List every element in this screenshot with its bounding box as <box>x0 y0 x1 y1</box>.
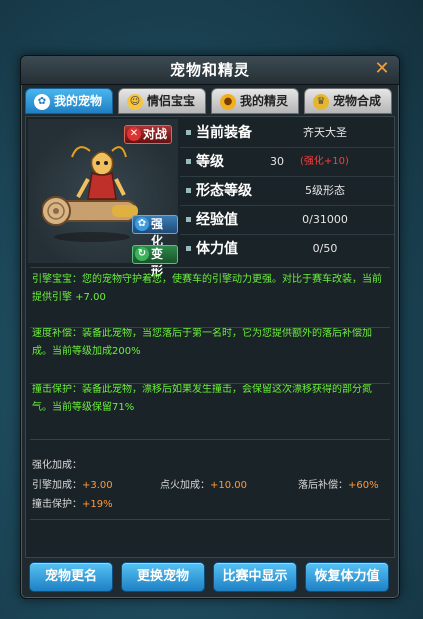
bullet-icon <box>186 188 191 193</box>
bonus-impact: 撞击保护：+19% <box>32 496 113 514</box>
crossed-swords-icon: ✕ <box>127 127 141 141</box>
stat-label: 等级 <box>196 154 224 170</box>
action-bar: 宠物更名 更换宠物 比赛中显示 恢复体力值 <box>25 562 395 592</box>
tab-label: 情侣宝宝 <box>147 94 196 108</box>
stat-label: 形态等级 <box>196 183 252 199</box>
rename-pet-button[interactable]: 宠物更名 <box>29 562 113 592</box>
restore-stamina-button[interactable]: 恢复体力值 <box>305 562 389 592</box>
close-icon[interactable]: ✕ <box>373 60 391 78</box>
stat-value: 0/50 <box>312 242 338 255</box>
bonus-label: 撞击保护： <box>32 499 82 510</box>
stat-value: 30 <box>270 155 284 168</box>
bullet-icon <box>186 159 191 164</box>
tab-bar: ✿ 我的宠物 ☺ 情侣宝宝 ● 我的精灵 ♛ 宠物合成 <box>25 86 395 116</box>
bonus-label: 落后补偿： <box>298 480 348 491</box>
battle-label: 对战 <box>143 127 168 141</box>
divider <box>30 439 390 440</box>
enhance-label: 强化 <box>151 217 164 248</box>
stat-label: 经验值 <box>196 212 238 228</box>
bonus-value: +3.00 <box>82 480 113 491</box>
tab-label: 我的宠物 <box>54 94 103 108</box>
skill-engine: 引擎宝宝：您的宠物守护着您，使赛车的引擎动力更强。对比于赛车改装，当前提供引擎 … <box>32 274 382 303</box>
spirit-icon: ● <box>220 94 236 110</box>
tab-pet-synthesis[interactable]: ♛ 宠物合成 <box>304 88 392 114</box>
bonus-ignite: 点火加成：+10.00 <box>160 477 247 495</box>
tab-my-pet[interactable]: ✿ 我的宠物 <box>25 88 113 114</box>
bonus-label: 引擎加成： <box>32 480 82 491</box>
bonus-label: 点火加成： <box>160 480 210 491</box>
stat-label: 当前装备 <box>196 125 252 141</box>
bonus-title: 强化加成： <box>32 460 82 471</box>
pet-content: ✕ 对战 ✿ 强化 ↻ 变形 当前装备 齐天大圣 等级 30 (强化+10) 形… <box>25 116 395 558</box>
synthesis-icon: ♛ <box>313 94 329 110</box>
skill-speed-compensation: 速度补偿：装备此宠物，当您落后于第一名时，它为您提供额外的落后补偿加成。当前等级… <box>32 328 372 357</box>
bonus-value: +10.00 <box>210 480 248 491</box>
bonus-value: +60% <box>348 480 379 491</box>
refresh-icon: ↻ <box>135 247 149 261</box>
divider <box>30 383 390 384</box>
bonus-engine: 引擎加成：+3.00 <box>32 477 113 495</box>
transform-button[interactable]: ↻ 变形 <box>132 245 178 278</box>
stat-value: 0/31000 <box>302 213 348 226</box>
divider <box>30 327 390 328</box>
enhance-button[interactable]: ✿ 强化 <box>132 215 178 248</box>
stat-exp: 经验值 0/31000 <box>180 206 394 235</box>
dialog-title: 宠物和精灵 <box>21 56 399 85</box>
pet-portrait: ✕ 对战 ✿ 强化 ↻ 变形 <box>28 119 178 278</box>
stat-value: 齐天大圣 <box>303 126 347 139</box>
bullet-icon <box>186 246 191 251</box>
level-bonus: (强化+10) <box>300 156 349 167</box>
stat-form: 形态等级 5级形态 <box>180 177 394 206</box>
monkey-king-pet-illustration <box>42 146 138 242</box>
divider <box>30 267 390 268</box>
show-in-race-button[interactable]: 比赛中显示 <box>213 562 297 592</box>
replace-pet-button[interactable]: 更换宠物 <box>121 562 205 592</box>
stat-value: 5级形态 <box>305 184 345 197</box>
bullet-icon <box>186 217 191 222</box>
bonus-lag: 落后补偿：+60% <box>298 477 379 495</box>
paw-icon: ✿ <box>34 94 50 110</box>
divider <box>30 519 390 520</box>
stat-label: 体力值 <box>196 241 238 257</box>
stat-stamina: 体力值 0/50 <box>180 235 394 263</box>
bullet-icon <box>186 130 191 135</box>
skill-impact-protection: 撞击保护：装备此宠物，漂移后如果发生撞击，会保留这次漂移获得的部分氮气。当前等级… <box>32 384 372 413</box>
bonus-value: +19% <box>82 499 113 510</box>
battle-badge[interactable]: ✕ 对战 <box>124 125 173 144</box>
tab-my-spirit[interactable]: ● 我的精灵 <box>211 88 299 114</box>
stat-equip: 当前装备 齐天大圣 <box>180 119 394 148</box>
paw-icon: ✿ <box>135 217 149 231</box>
stat-level: 等级 30 (强化+10) <box>180 148 394 177</box>
tab-label: 我的精灵 <box>240 94 289 108</box>
pet-stats: 当前装备 齐天大圣 等级 30 (强化+10) 形态等级 5级形态 经验值 0/… <box>180 119 394 263</box>
tab-label: 宠物合成 <box>333 94 382 108</box>
baby-face-icon: ☺ <box>127 94 143 110</box>
pet-dialog: 宠物和精灵 ✕ ✿ 我的宠物 ☺ 情侣宝宝 ● 我的精灵 ♛ 宠物合成 ✕ 对战… <box>20 55 400 599</box>
tab-couple-baby[interactable]: ☺ 情侣宝宝 <box>118 88 206 114</box>
